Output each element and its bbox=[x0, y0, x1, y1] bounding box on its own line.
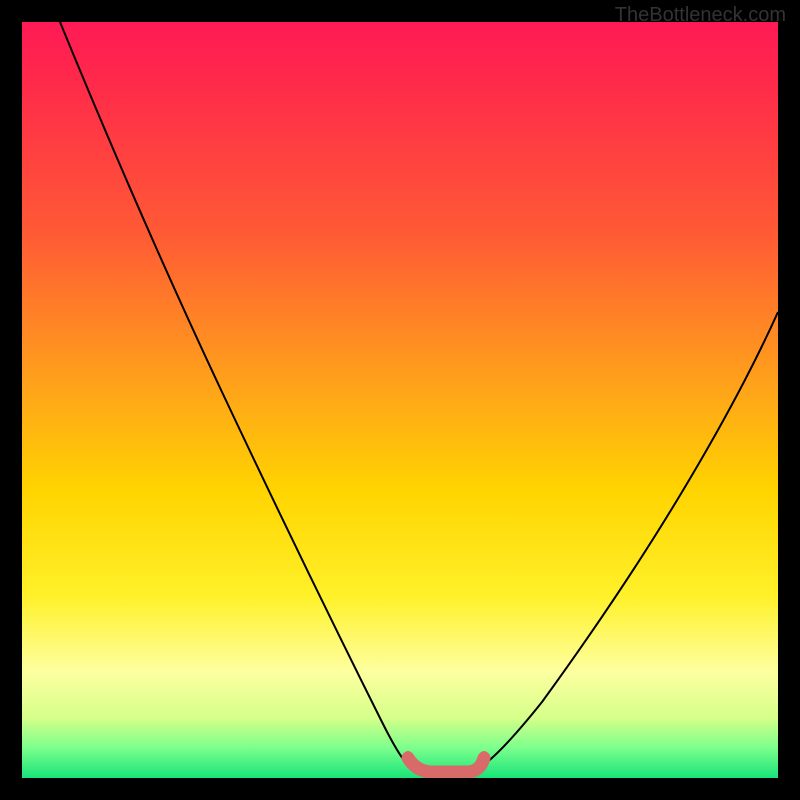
chart-frame: TheBottleneck.com bbox=[0, 0, 800, 800]
valley-dot-right bbox=[479, 751, 489, 761]
valley-dot-left bbox=[403, 751, 413, 761]
right-limb bbox=[482, 312, 778, 766]
plot-area bbox=[22, 22, 778, 778]
curve-layer bbox=[22, 22, 778, 778]
valley-highlight bbox=[408, 758, 484, 772]
watermark-text: TheBottleneck.com bbox=[615, 4, 786, 27]
left-limb bbox=[60, 22, 410, 766]
